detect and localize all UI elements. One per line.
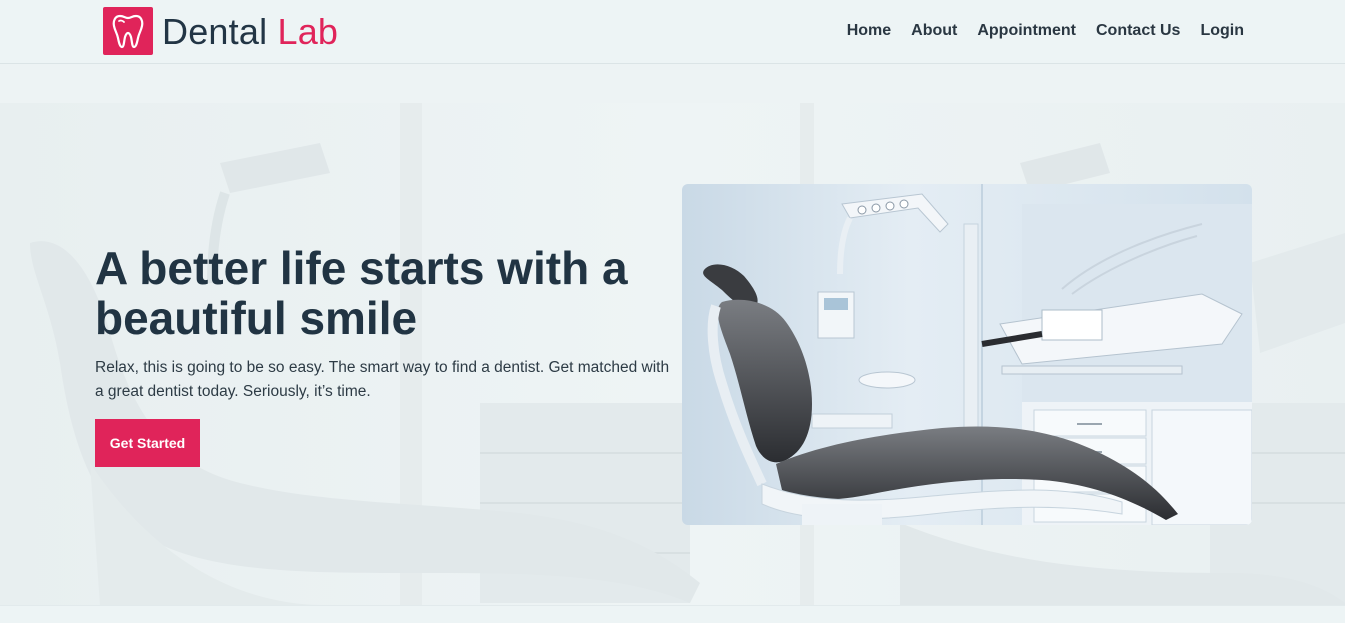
get-started-button[interactable]: Get Started — [95, 419, 200, 467]
brand-name-part1: Dental — [162, 11, 268, 52]
hero-subtext: Relax, this is going to be so easy. The … — [95, 359, 670, 400]
nav-home[interactable]: Home — [847, 20, 891, 42]
nav-about[interactable]: About — [911, 20, 957, 42]
hero-image — [682, 184, 1252, 525]
hero-headline: A better life starts with a beautiful sm… — [95, 242, 628, 344]
main-nav: Home About Appointment Contact Us Login — [847, 20, 1244, 42]
site-header: Dental Lab Home About Appointment Contac… — [0, 0, 1345, 64]
brand-name-part2: Lab — [277, 11, 339, 52]
nav-contact-us[interactable]: Contact Us — [1096, 20, 1180, 42]
tooth-icon[interactable] — [103, 7, 153, 55]
nav-appointment[interactable]: Appointment — [977, 20, 1076, 42]
nav-login[interactable]: Login — [1200, 20, 1244, 42]
section-divider — [0, 605, 1345, 623]
brand-name[interactable]: Dental Lab — [162, 10, 338, 54]
